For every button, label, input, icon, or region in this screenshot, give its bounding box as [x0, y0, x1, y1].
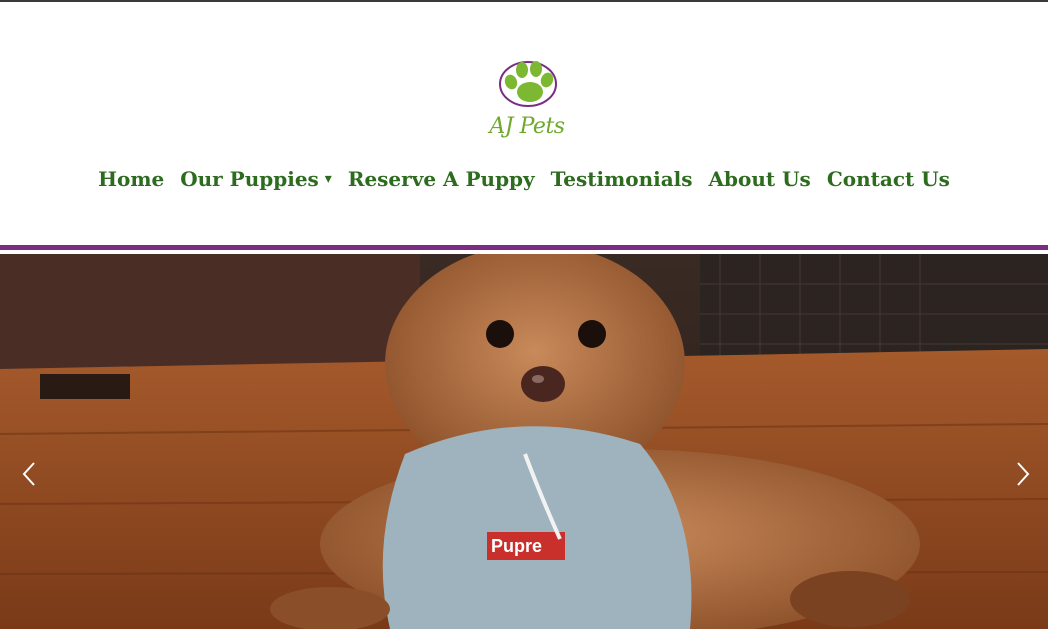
- paw-icon: [499, 61, 557, 107]
- nav-contact-us[interactable]: Contact Us: [827, 167, 950, 191]
- nav-about-us[interactable]: About Us: [709, 167, 811, 191]
- nav-home[interactable]: Home: [98, 167, 164, 191]
- site-logo[interactable]: AJ Pets: [477, 48, 577, 148]
- nav-label: Testimonials: [550, 167, 693, 191]
- nav-label: About Us: [708, 167, 811, 191]
- caret-down-icon: ▾: [324, 171, 332, 187]
- nav-label: Contact Us: [826, 167, 950, 191]
- slideshow-prev-button[interactable]: [14, 459, 44, 489]
- nav-our-puppies[interactable]: Our Puppies ▾: [180, 167, 332, 191]
- top-border: [0, 0, 1048, 2]
- logo-wordmark: AJ Pets: [489, 114, 565, 139]
- header-divider: [0, 245, 1048, 250]
- hero-slideshow: Pupre: [0, 254, 1048, 629]
- nav-reserve-a-puppy[interactable]: Reserve A Puppy: [348, 167, 535, 191]
- hoodie-print: Pupre: [491, 536, 542, 556]
- nav-testimonials[interactable]: Testimonials: [551, 167, 693, 191]
- main-navigation: Home Our Puppies ▾ Reserve A Puppy Testi…: [0, 160, 1048, 198]
- nav-label: Our Puppies: [180, 167, 319, 191]
- hero-image: Pupre: [0, 254, 1048, 629]
- nav-label: Reserve A Puppy: [347, 167, 535, 191]
- slideshow-next-button[interactable]: [1008, 459, 1038, 489]
- nav-label: Home: [98, 167, 165, 191]
- chevron-right-icon: [1017, 462, 1030, 486]
- chevron-left-icon: [22, 462, 35, 486]
